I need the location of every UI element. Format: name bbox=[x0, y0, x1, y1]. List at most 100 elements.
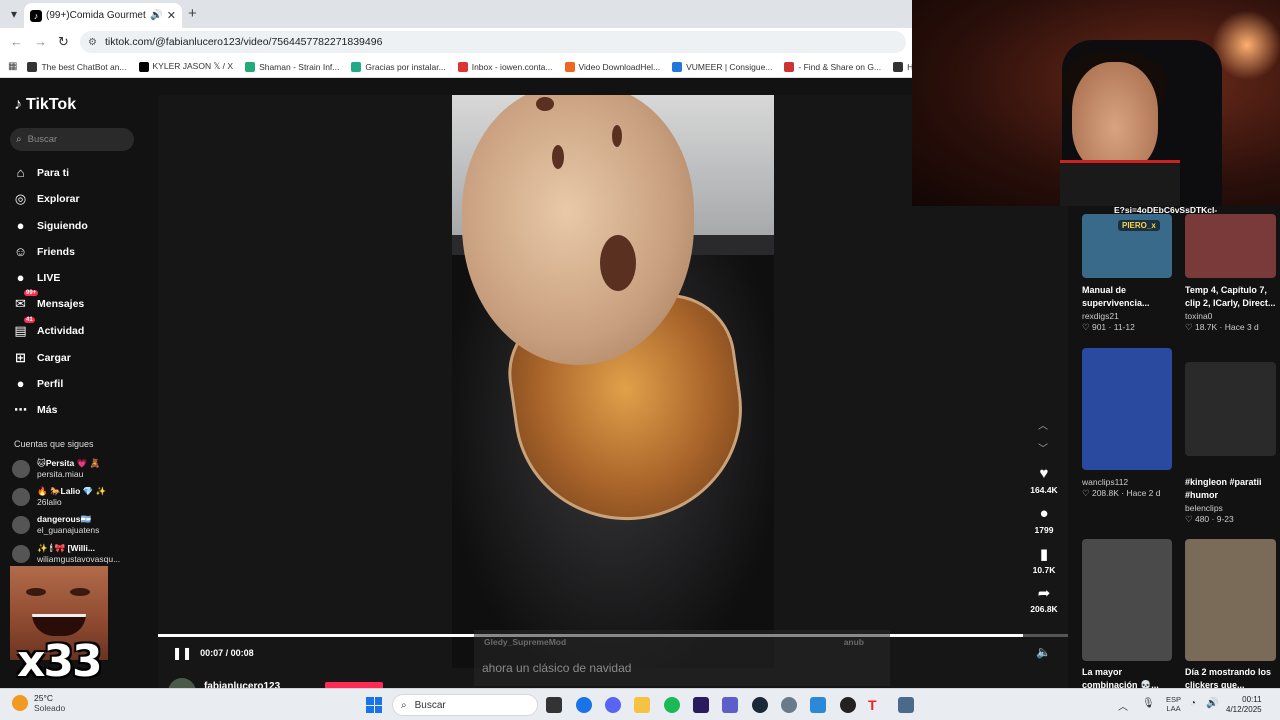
followed-account[interactable]: ✨ 🕯 🎀 [Willi... wiliamgustavovasqu... bbox=[12, 543, 120, 564]
sidebar-item-cargar[interactable]: ⊞ Cargar bbox=[12, 349, 71, 366]
recommended-video-card[interactable]: #kingleon #paratii #humor belenclips ♡ 480 … bbox=[1185, 362, 1276, 524]
recommended-video-card[interactable]: wanclips112 ♡ 208.8K · Hace 2 d bbox=[1082, 348, 1172, 498]
browser-tab-active[interactable]: ♪ (99+)Comida Gourmet: Del 🔊 ✕ bbox=[24, 3, 182, 28]
sidebar-item-para-ti[interactable]: ⌂ Para ti bbox=[12, 164, 70, 181]
bookmark-item[interactable]: The best ChatBot an... bbox=[27, 61, 127, 72]
system-clock[interactable]: 00:11 4/12/2025 bbox=[1226, 695, 1262, 715]
bookmark-action[interactable]: ▮ 10.7K bbox=[1026, 545, 1062, 575]
recommended-video-card[interactable]: PIERO_x Manual de supervivencia... rexdigs2… bbox=[1082, 214, 1172, 332]
apps-grid-icon[interactable]: ▦ bbox=[8, 61, 17, 72]
address-bar[interactable]: ⚙ tiktok.com/@fabianlucero123/video/7564… bbox=[80, 31, 906, 53]
heart-action[interactable]: ♥ 164.4K bbox=[1026, 465, 1062, 495]
tab-search-icon[interactable]: ▾ bbox=[6, 6, 22, 22]
teams-icon[interactable] bbox=[722, 697, 738, 713]
language-indicator[interactable]: ESP LAA bbox=[1166, 695, 1181, 713]
tiktok-logo[interactable]: ♪ TikTok bbox=[14, 96, 76, 114]
video-thumbnail[interactable] bbox=[1082, 348, 1172, 470]
video-player[interactable] bbox=[452, 95, 774, 668]
forward-icon[interactable]: → bbox=[34, 34, 47, 49]
video-thumbnail[interactable] bbox=[1185, 362, 1276, 456]
spotify-icon[interactable] bbox=[664, 697, 680, 713]
bookmark-item[interactable]: Home bbox=[893, 61, 912, 72]
sidebar-item-label: Mensajes bbox=[37, 297, 85, 310]
chat-right-username: anub bbox=[843, 637, 864, 647]
back-icon[interactable]: ← bbox=[10, 34, 23, 49]
prev-video-icon[interactable]: ︿ bbox=[1038, 417, 1048, 432]
bookmark-item[interactable]: Video DownloadHel... bbox=[564, 61, 660, 72]
sidebar-item-mensajes[interactable]: ✉ 99+ Mensajes bbox=[12, 290, 85, 312]
sidebar-item-live[interactable]: ● LIVE bbox=[12, 269, 61, 286]
calculator-icon[interactable] bbox=[898, 697, 914, 713]
task-view-icon[interactable] bbox=[546, 697, 562, 713]
chrome-icon[interactable] bbox=[576, 697, 592, 713]
bookmark-item[interactable]: - Find & Share on G... bbox=[784, 61, 881, 72]
lang-code: ESP bbox=[1166, 695, 1182, 704]
new-tab-button[interactable]: + bbox=[188, 5, 197, 22]
pause-icon[interactable]: ❚❚ bbox=[172, 646, 192, 660]
brand-name: TikTok bbox=[26, 96, 77, 113]
discord-icon[interactable] bbox=[605, 697, 621, 713]
reload-icon[interactable]: ↻ bbox=[58, 34, 69, 50]
action-count: 206.8K bbox=[1030, 604, 1058, 614]
compass-icon: ◎ bbox=[14, 190, 27, 206]
tab-title: (99+)Comida Gourmet: Del bbox=[46, 10, 146, 21]
bookmark-favicon-icon bbox=[784, 61, 795, 72]
recommended-video-card[interactable]: Día 2 mostrando los clickers que... bbox=[1185, 539, 1276, 690]
recommended-video-card[interactable]: La mayor combinación 💀... bbox=[1082, 539, 1172, 690]
next-video-icon[interactable]: ﹀ bbox=[1038, 440, 1048, 455]
bookmark-item[interactable]: Shaman - Strain Inf... bbox=[245, 61, 339, 72]
tab-close-icon[interactable]: ✕ bbox=[167, 9, 176, 22]
volume-icon[interactable]: 🔈 bbox=[1036, 645, 1051, 659]
clock-date: 4/12/2025 bbox=[1226, 705, 1262, 714]
video-thumbnail[interactable] bbox=[1185, 539, 1276, 661]
video-thumbnail[interactable] bbox=[1082, 539, 1172, 661]
premiere-icon[interactable] bbox=[693, 697, 709, 713]
tray-chevron-icon[interactable]: ︿ bbox=[1118, 698, 1128, 713]
windows-start-icon[interactable] bbox=[366, 697, 382, 713]
taskbar-search-input[interactable]: ⌕ Buscar bbox=[392, 694, 538, 716]
bookmark-item[interactable]: Inbox - iowen.conta... bbox=[457, 61, 553, 72]
account-name: ✨ 🕯 🎀 [Willi... bbox=[37, 543, 95, 553]
sidebar-item-label: Cargar bbox=[37, 351, 71, 364]
steam-icon[interactable] bbox=[752, 697, 768, 713]
account-name: dangerous🇦🇷 bbox=[37, 514, 92, 524]
food-loaf bbox=[462, 95, 694, 365]
sidebar-item-actividad[interactable]: ▤ 41 Actividad bbox=[12, 317, 84, 339]
account-handle: wiliamgustavovasqu... bbox=[37, 554, 121, 564]
site-info-icon[interactable]: ⚙ bbox=[88, 37, 97, 48]
followed-account[interactable]: 🔥 🐎Lalio 💎 ✨ 26lalio bbox=[12, 486, 106, 507]
windows-taskbar: 25°C Soleado ⌕ Buscar T ︿ 🎙 ESP LAA ◔ 🔊 bbox=[0, 688, 1280, 720]
bookmark-item[interactable]: VUMEER | Consigue... bbox=[672, 61, 772, 72]
tab-audio-icon[interactable]: 🔊 bbox=[150, 10, 162, 21]
sidebar-item-m-s[interactable]: ⋯ Más bbox=[12, 401, 57, 418]
taskbar-search-placeholder: Buscar bbox=[414, 699, 446, 711]
sidebar-item-perfil[interactable]: ● Perfil bbox=[12, 375, 64, 392]
sidebar-item-siguiendo[interactable]: ● Siguiendo bbox=[12, 217, 88, 234]
tiktok-note-icon: ♪ bbox=[14, 96, 22, 113]
bookmark-favicon-icon bbox=[245, 61, 256, 72]
video-thumbnail[interactable]: PIERO_x bbox=[1082, 214, 1172, 278]
weather-widget[interactable]: 25°C Soleado bbox=[12, 693, 65, 713]
browser-toolbar: ← → ↻ ⚙ tiktok.com/@fabianlucero123/vide… bbox=[0, 28, 912, 56]
text-app-icon[interactable]: T bbox=[868, 697, 884, 713]
mic-icon[interactable]: 🎙 bbox=[1142, 698, 1155, 709]
file-explorer-icon[interactable] bbox=[634, 697, 650, 713]
video-stats: ♡ 18.7K · Hace 3 d bbox=[1185, 322, 1259, 332]
recommended-video-card[interactable]: Temp 4, Capítulo 7, clip 2, ICarly, Direc… bbox=[1185, 214, 1276, 332]
followed-account[interactable]: 🐱Persita 💗 🧸 persita.miau bbox=[12, 458, 100, 479]
sidebar-item-explorar[interactable]: ◎ Explorar bbox=[12, 190, 80, 207]
video-thumbnail[interactable] bbox=[1185, 214, 1276, 278]
speaker-icon[interactable]: 🔊 bbox=[1206, 698, 1218, 709]
wifi-icon[interactable]: ◔ bbox=[1190, 698, 1196, 709]
action-count: 10.7K bbox=[1032, 565, 1056, 575]
followed-account[interactable]: dangerous🇦🇷 el_guanajuatens bbox=[12, 514, 99, 535]
bookmark-item[interactable]: Gracias por instalar... bbox=[351, 61, 446, 72]
comment-action[interactable]: ● 1799 bbox=[1026, 505, 1062, 535]
sidebar-search-input[interactable]: ⌕ Buscar bbox=[10, 128, 134, 151]
settings-icon[interactable] bbox=[781, 697, 797, 713]
obs-icon[interactable] bbox=[840, 697, 856, 713]
share-action[interactable]: ➦ 206.8K bbox=[1026, 584, 1062, 614]
sidebar-item-friends[interactable]: ☺ Friends bbox=[12, 243, 75, 260]
bookmark-item[interactable]: KYLER JASON 𝕏 / X bbox=[138, 61, 233, 72]
snipping-icon[interactable] bbox=[810, 697, 826, 713]
